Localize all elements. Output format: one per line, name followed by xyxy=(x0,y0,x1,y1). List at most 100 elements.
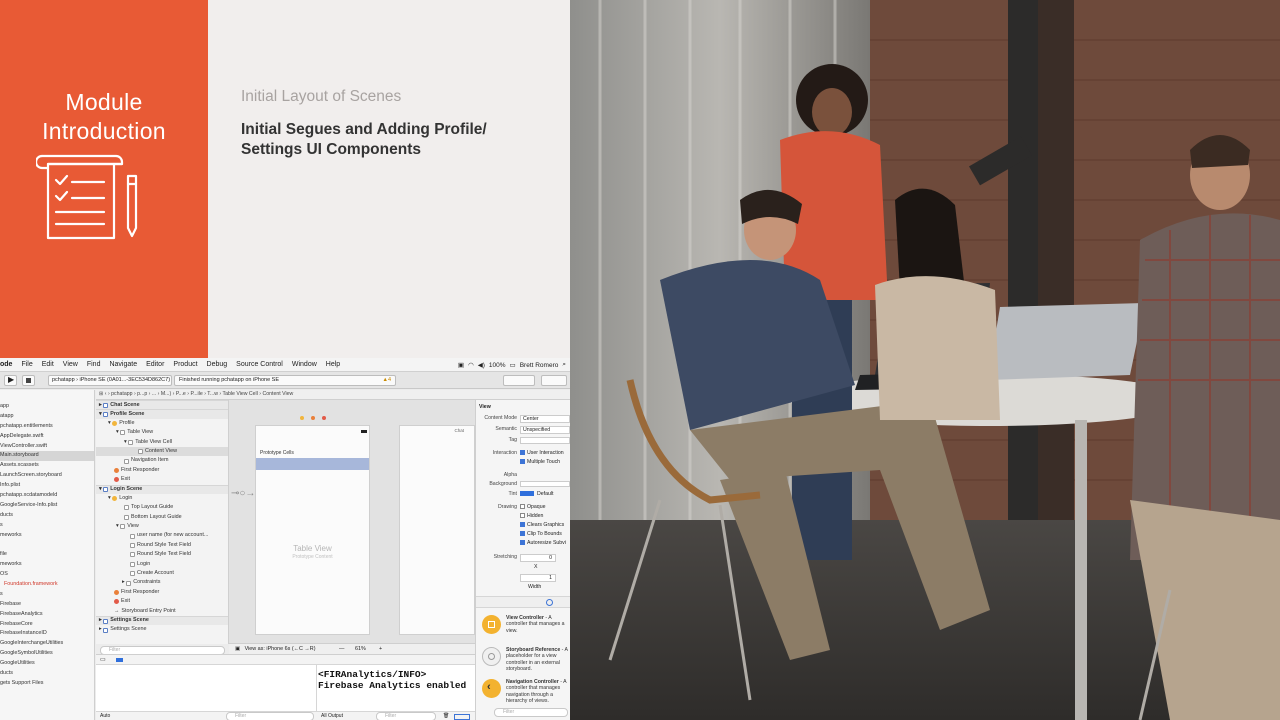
navigator-item[interactable]: LaunchScreen.storyboard xyxy=(0,471,94,481)
jump-controller[interactable]: P...ile xyxy=(190,391,202,397)
jump-group[interactable]: p...p xyxy=(137,391,147,397)
navigator-item[interactable]: app xyxy=(0,402,94,412)
navigator-item[interactable]: AppDelegate.swift xyxy=(0,432,94,442)
jump-project[interactable]: pchatapp xyxy=(111,391,132,397)
menu-app[interactable]: ode xyxy=(0,361,12,368)
outline-exit[interactable]: Exit xyxy=(96,475,228,484)
outline-user-name-field[interactable]: user name (for new account... xyxy=(96,531,228,540)
autoresize-checkbox[interactable]: Autoresize Subvi xyxy=(520,540,566,546)
navigator-item[interactable]: meworks xyxy=(0,531,94,541)
zoom-out-button[interactable]: — xyxy=(339,644,344,654)
storyboard-canvas[interactable]: ⊸○→ Prototype Cells Table View Prototype… xyxy=(229,400,475,643)
outline-first-responder[interactable]: First Responder xyxy=(96,466,228,475)
navigator-item[interactable]: pchatapp.entitlements xyxy=(0,422,94,432)
inspector-tabs[interactable] xyxy=(475,390,570,400)
navigator-item[interactable]: ducts xyxy=(0,669,94,679)
menu-file[interactable]: File xyxy=(21,361,32,368)
hide-debug-icon[interactable]: ▭ xyxy=(100,656,106,663)
scheme-selector[interactable]: pchatapp › iPhone SE (0A01...-3EC534D862… xyxy=(48,375,172,386)
navigator-item-selected[interactable]: Main.storyboard xyxy=(0,451,94,462)
navigator-item-missing[interactable]: Foundation.framework xyxy=(0,580,94,590)
trash-icon[interactable]: 🗑 xyxy=(443,712,449,720)
navigator-item[interactable]: FirebaseCore xyxy=(0,620,94,630)
variables-filter-input[interactable]: Filter xyxy=(226,712,314,720)
auto-selector[interactable]: Auto xyxy=(100,712,110,720)
navigator-item[interactable]: GoogleService-Info.plist xyxy=(0,501,94,511)
outline-login-button[interactable]: Login xyxy=(96,560,228,569)
background-color-well[interactable] xyxy=(520,481,570,487)
library-filter-input[interactable]: Filter xyxy=(494,708,568,717)
navigator-item[interactable]: file xyxy=(0,550,94,560)
jump-content-view[interactable]: Content View xyxy=(262,391,293,397)
object-library-icon[interactable] xyxy=(546,599,553,606)
outline-round-style-2[interactable]: Round Style Text Field xyxy=(96,550,228,559)
outline-bottom-layout-guide[interactable]: Bottom Layout Guide xyxy=(96,513,228,522)
multiple-touch-checkbox[interactable]: Multiple Touch xyxy=(520,459,560,465)
navigator-item[interactable]: s xyxy=(0,521,94,531)
outline-login-scene[interactable]: ▾ Login Scene xyxy=(96,484,228,494)
chat-scene-preview[interactable]: Chat xyxy=(399,425,475,635)
clip-to-bounds-checkbox[interactable]: Clip To Bounds xyxy=(520,531,562,537)
tint-color-select[interactable]: Default xyxy=(520,491,553,497)
menu-window[interactable]: Window xyxy=(292,361,317,368)
user-interaction-checkbox[interactable]: User Interaction xyxy=(520,450,564,456)
semantic-select[interactable]: Unspecified xyxy=(520,426,570,434)
jump-table[interactable]: T...w xyxy=(207,391,218,397)
clears-graphics-checkbox[interactable]: Clears Graphics xyxy=(520,522,564,528)
menu-find[interactable]: Find xyxy=(87,361,101,368)
navigator-item[interactable]: GoogleSymbolUtilities xyxy=(0,649,94,659)
menu-product[interactable]: Product xyxy=(173,361,197,368)
outline-navigation-item[interactable]: Navigation Item xyxy=(96,456,228,465)
outline-profile[interactable]: ▾ Profile xyxy=(96,419,228,428)
navigator-item[interactable]: pchatapp.xcdatamodeld xyxy=(0,491,94,501)
navigator-item[interactable]: Firebase xyxy=(0,600,94,610)
jump-scene[interactable]: P...e xyxy=(176,391,186,397)
menu-source-control[interactable]: Source Control xyxy=(236,361,283,368)
outline-constraints[interactable]: ▸ Constraints xyxy=(96,578,228,587)
outline-first-responder-2[interactable]: First Responder xyxy=(96,588,228,597)
outline-view[interactable]: ▾ View xyxy=(96,522,228,531)
navigator-item[interactable]: Assets.xcassets xyxy=(0,461,94,471)
outline-settings-scene[interactable]: ▸ Settings Scene xyxy=(96,615,228,626)
menu-navigate[interactable]: Navigate xyxy=(109,361,137,368)
profile-scene-preview[interactable]: Prototype Cells Table View Prototype Con… xyxy=(255,416,370,635)
jump-storyboard[interactable]: M...) xyxy=(161,391,171,397)
library-item-view-controller[interactable]: View Controller - A controller that mana… xyxy=(476,610,570,640)
outline-storyboard-entry[interactable]: → Storyboard Entry Point xyxy=(96,607,228,616)
navigator-item[interactable]: Info.plist xyxy=(0,481,94,491)
run-button[interactable]: ▶ xyxy=(4,375,17,386)
breakpoint-icon[interactable] xyxy=(116,658,123,662)
output-selector[interactable]: All Output xyxy=(321,712,343,720)
menu-debug[interactable]: Debug xyxy=(207,361,228,368)
outline-create-account[interactable]: Create Account xyxy=(96,569,228,578)
navigator-item[interactable]: GoogleUtilities xyxy=(0,659,94,669)
navigator-item[interactable]: FirebaseAnalytics xyxy=(0,610,94,620)
navigator-item[interactable] xyxy=(0,540,94,550)
editor-mode-buttons[interactable] xyxy=(503,375,535,386)
library-item-storyboard-reference[interactable]: Storyboard Reference - A placeholder for… xyxy=(476,642,570,672)
navigator-item[interactable]: FirebaseInstanceID xyxy=(0,629,94,639)
content-mode-select[interactable]: Center xyxy=(520,415,570,423)
jump-file[interactable]: ... xyxy=(152,391,156,397)
outline-table-view-cell[interactable]: ▾ Table View Cell xyxy=(96,438,228,447)
menu-view[interactable]: View xyxy=(63,361,78,368)
menu-editor[interactable]: Editor xyxy=(146,361,164,368)
stretch-x-field[interactable]: 0 xyxy=(520,554,556,562)
outline-table-view[interactable]: ▾ Table View xyxy=(96,428,228,437)
outline-round-style-1[interactable]: Round Style Text Field xyxy=(96,541,228,550)
jump-bar[interactable]: ⊞ ‹ › pchatapp › p...p › ... › M...) › P… xyxy=(96,390,475,400)
outline-settings-scene-2[interactable]: ▸ Settings Scene xyxy=(96,625,228,634)
view-toggle-buttons[interactable] xyxy=(541,375,567,386)
outline-exit-2[interactable]: Exit xyxy=(96,597,228,606)
menu-help[interactable]: Help xyxy=(326,361,340,368)
view-as-selector[interactable]: View as: iPhone 6s (←C →R) xyxy=(245,646,316,652)
navigator-item[interactable]: gets Support Files xyxy=(0,679,94,689)
console-filter-input[interactable]: Filter xyxy=(376,712,436,720)
outline-content-view[interactable]: Content View xyxy=(96,446,228,457)
library-item-navigation-controller[interactable]: ‹ Navigation Controller - A controller t… xyxy=(476,674,570,704)
navigator-item[interactable]: GoogleInterchangeUtilities xyxy=(0,639,94,649)
outline-login[interactable]: ▾ Login xyxy=(96,494,228,503)
navigator-item[interactable]: s xyxy=(0,590,94,600)
outline-toggle-icon[interactable]: ▣ xyxy=(235,646,240,652)
split-console-icon[interactable] xyxy=(454,714,470,720)
